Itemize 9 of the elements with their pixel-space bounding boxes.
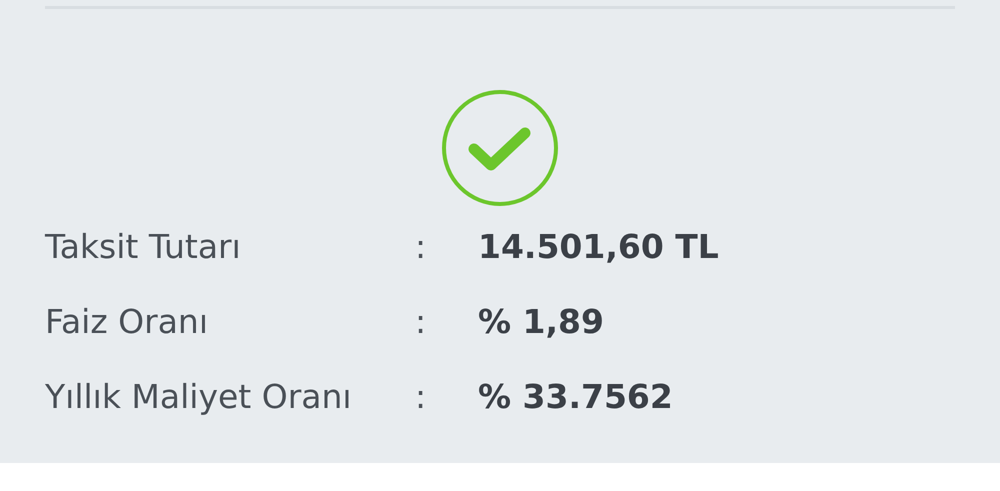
- detail-label: Yıllık Maliyet Oranı: [45, 376, 352, 416]
- detail-value: % 1,89: [478, 302, 604, 341]
- detail-value: % 33.7562: [478, 376, 673, 416]
- separator: :: [415, 376, 426, 416]
- detail-label: Taksit Tutarı: [45, 226, 241, 266]
- separator: :: [415, 226, 426, 266]
- detail-label: Faiz Oranı: [45, 302, 208, 341]
- separator: :: [415, 302, 426, 341]
- detail-value: 14.501,60 TL: [478, 226, 719, 266]
